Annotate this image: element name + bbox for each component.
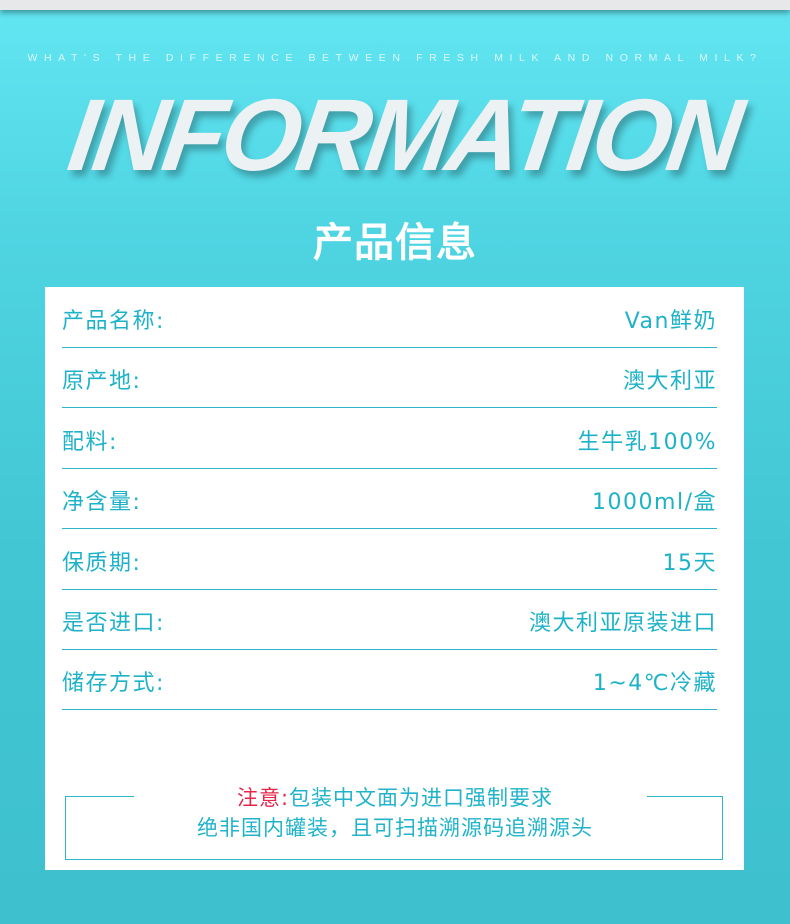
product-info-title: 产品信息	[313, 220, 477, 266]
spec-value: 1~4℃冷藏	[592, 671, 717, 696]
spec-card: 产品名称: Van鲜奶 原产地: 澳大利亚 配料: 生牛乳100% 净含量: 1…	[45, 287, 744, 870]
spec-value: 15天	[662, 551, 717, 576]
header-subtitle: WHAT'S THE DIFFERENCE BETWEEN FRESH MILK…	[27, 52, 763, 64]
spec-value: 澳大利亚原装进口	[528, 611, 717, 636]
spec-label: 净含量:	[62, 490, 142, 515]
notice-line-2: 绝非国内罐装，且可扫描溯源码追溯源头	[197, 816, 593, 840]
spec-value: 澳大利亚	[622, 369, 717, 394]
spec-label: 产品名称:	[62, 309, 165, 334]
spec-value: 1000ml/盒	[592, 490, 717, 515]
top-band	[0, 0, 790, 10]
spec-row-shelf-life: 保质期: 15天	[62, 529, 717, 590]
spec-label: 配料:	[62, 430, 118, 455]
notice-text-1: 包装中文面为进口强制要求	[289, 786, 554, 810]
spec-row-ingredients: 配料: 生牛乳100%	[62, 408, 717, 469]
spec-label: 是否进口:	[62, 611, 165, 636]
spec-row-product-name: 产品名称: Van鲜奶	[62, 287, 717, 348]
spec-value: 生牛乳100%	[577, 430, 717, 455]
notice-box: 注意:包装中文面为进口强制要求 绝非国内罐装，且可扫描溯源码追溯源头	[65, 786, 723, 860]
notice-line-1: 注意:包装中文面为进口强制要求	[66, 782, 724, 812]
spec-label: 保质期:	[62, 551, 142, 576]
spec-row-imported: 是否进口: 澳大利亚原装进口	[62, 589, 717, 650]
spec-value: Van鲜奶	[624, 309, 717, 334]
spec-label: 储存方式:	[62, 671, 165, 696]
spec-row-storage: 储存方式: 1~4℃冷藏	[62, 649, 717, 710]
spec-row-origin: 原产地: 澳大利亚	[62, 347, 717, 408]
spec-row-net-content: 净含量: 1000ml/盒	[62, 468, 717, 529]
notice-warning-label: 注意:	[236, 786, 290, 810]
information-title: INFORMATION	[61, 78, 747, 192]
spec-label: 原产地:	[62, 369, 142, 394]
